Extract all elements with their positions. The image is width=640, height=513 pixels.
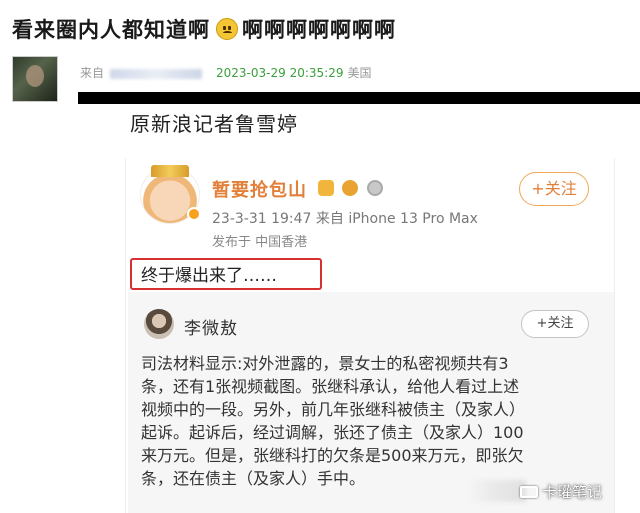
headline-text-after: 啊啊啊啊啊啊啊	[242, 18, 396, 42]
comment-text: 原新浪记者鲁雪婷	[130, 112, 298, 136]
reposted-text-line: 司法材料显示:对外泄露的，景女士的私密视频共有3	[141, 354, 509, 373]
reposted-text-line: 来万元。但是，张继科打的欠条是500来万元，即张欠	[141, 446, 524, 465]
verified-badge-icon	[187, 207, 201, 221]
weibo-author-avatar[interactable]	[140, 165, 201, 224]
follow-button[interactable]: +关注	[519, 172, 589, 206]
watermark-smudge	[468, 480, 526, 502]
comment-timestamp: 2023-03-29 20:35:29	[216, 66, 344, 80]
watermark-text: 卡瓘笔记	[542, 483, 603, 501]
comment-source-prefix: 来自	[80, 66, 105, 80]
level-medal-icon	[367, 180, 383, 196]
reposted-author-name[interactable]: 李微敖	[184, 314, 238, 339]
headline-text-before: 看来圈内人都知道啊	[12, 18, 210, 42]
sad-face-icon	[216, 18, 238, 40]
fan-badge-icon	[342, 180, 358, 196]
weibo-author-name[interactable]: 暂要抢包山	[212, 176, 307, 202]
reposted-text-line: 视频中的一段。另外，前几年张继科被债主（及家人）	[141, 400, 526, 419]
post-location: 发布于 中国香港	[212, 235, 308, 250]
red-highlight-box	[130, 258, 322, 290]
commenter-avatar[interactable]	[12, 56, 58, 102]
comment-location: 美国	[347, 66, 372, 80]
reposted-text-line: 条，还有1张视频截图。张继科承认，给他人看过上述	[141, 377, 520, 396]
reposted-follow-button[interactable]: +关注	[521, 310, 589, 338]
reposted-text-line: 起诉。起诉后，经过调解，张还了债主（及家人）100	[141, 423, 524, 442]
redaction-bar	[78, 92, 640, 104]
headline: 看来圈内人都知道啊 啊啊啊啊啊啊啊	[12, 14, 396, 44]
avatar-frame-icon	[151, 165, 189, 177]
comment-meta: 来自 2023-03-29 20:35:29 美国	[80, 64, 371, 81]
watermark: 卡瓘笔记	[520, 478, 636, 506]
blurred-username	[110, 68, 203, 79]
post-time-source: 23-3-31 19:47 来自 iPhone 13 Pro Max	[212, 211, 478, 227]
reposted-author-avatar[interactable]	[144, 309, 174, 339]
member-crown-icon	[318, 180, 334, 196]
watermark-logo-icon	[520, 486, 538, 498]
reposted-text: 司法材料显示:对外泄露的，景女士的私密视频共有3 条，还有1张视频截图。张继科承…	[141, 352, 611, 490]
